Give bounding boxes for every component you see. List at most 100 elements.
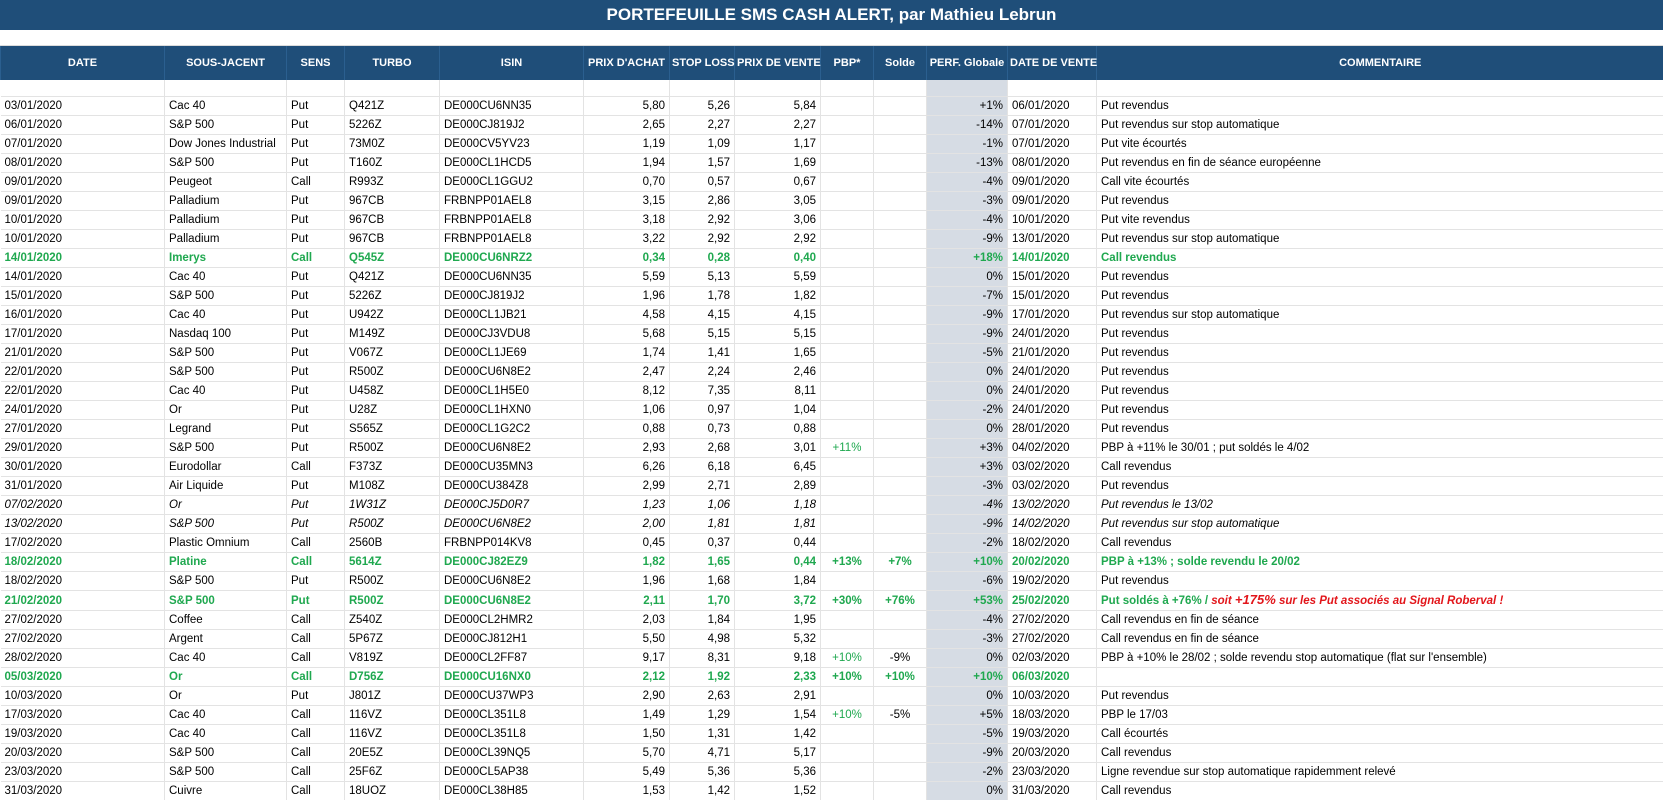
cell-date-vente[interactable]: 06/03/2020 (1007, 667, 1097, 687)
cell-date[interactable]: 27/01/2020 (0, 419, 165, 439)
cell-sens[interactable]: Put (286, 210, 345, 230)
cell-sens[interactable]: Call (286, 648, 345, 668)
col-header-turbo[interactable]: TURBO (344, 46, 440, 80)
cell-turbo[interactable]: Q545Z (344, 248, 440, 268)
cell-turbo[interactable]: M149Z (344, 324, 440, 344)
cell-prix-achat[interactable]: 0,88 (583, 419, 670, 439)
cell-pbp[interactable] (820, 457, 874, 477)
cell-solde[interactable] (873, 229, 927, 249)
cell-turbo[interactable]: R993Z (344, 172, 440, 192)
cell-sous-jacent[interactable]: Cac 40 (164, 724, 287, 744)
cell-date[interactable]: 24/01/2020 (0, 400, 165, 420)
cell-turbo[interactable]: R500Z (344, 362, 440, 382)
cell-prix-achat[interactable]: 0,70 (583, 172, 670, 192)
cell-perf[interactable]: -4% (926, 495, 1008, 515)
cell-prix-achat[interactable]: 1,74 (583, 343, 670, 363)
cell-isin[interactable]: DE000CL351L8 (439, 724, 584, 744)
cell-sous-jacent[interactable]: S&P 500 (164, 115, 287, 135)
cell-date[interactable]: 31/01/2020 (0, 476, 165, 496)
cell-sens[interactable]: Call (286, 610, 345, 630)
cell-prix-achat[interactable]: 3,15 (583, 191, 670, 211)
cell-pbp[interactable]: +10% (820, 667, 874, 687)
cell-sous-jacent[interactable]: S&P 500 (164, 590, 287, 611)
col-header-perf[interactable]: PERF. Globale (926, 46, 1008, 80)
cell-turbo[interactable]: 967CB (344, 210, 440, 230)
cell-prix-vente[interactable]: 5,59 (734, 267, 821, 287)
cell-turbo[interactable]: 5226Z (344, 286, 440, 306)
cell-sens[interactable]: Call (286, 629, 345, 649)
cell-prix-vente[interactable]: 1,69 (734, 153, 821, 173)
cell-commentaire[interactable]: Call revendus (1096, 781, 1663, 800)
cell-sens[interactable]: Call (286, 781, 345, 800)
cell-sens[interactable]: Call (286, 172, 345, 192)
cell-prix-achat[interactable]: 3,22 (583, 229, 670, 249)
cell-sens[interactable]: Put (286, 495, 345, 515)
cell-sens[interactable]: Put (286, 267, 345, 287)
cell-pbp[interactable] (820, 172, 874, 192)
cell-prix-vente[interactable]: 0,44 (734, 533, 821, 553)
cell-prix-achat[interactable]: 5,68 (583, 324, 670, 344)
cell-stop-loss[interactable]: 1,68 (669, 571, 735, 591)
cell-commentaire[interactable]: Put revendus sur stop automatique (1096, 229, 1663, 249)
cell-commentaire[interactable]: Ligne revendue sur stop automatique rapi… (1096, 762, 1663, 782)
cell-prix-vente[interactable]: 0,67 (734, 172, 821, 192)
cell-prix-achat[interactable]: 0,45 (583, 533, 670, 553)
cell-sens[interactable]: Put (286, 476, 345, 496)
cell-sous-jacent[interactable]: S&P 500 (164, 762, 287, 782)
cell-prix-achat[interactable]: 2,65 (583, 115, 670, 135)
cell-sens[interactable]: Put (286, 362, 345, 382)
cell-prix-achat[interactable]: 0,34 (583, 248, 670, 268)
cell-isin[interactable]: FRBNPP014KV8 (439, 533, 584, 553)
cell-perf[interactable]: +3% (926, 438, 1008, 458)
cell-date-vente[interactable]: 07/01/2020 (1007, 134, 1097, 154)
cell-perf[interactable]: -9% (926, 229, 1008, 249)
cell-date[interactable]: 22/01/2020 (0, 362, 165, 382)
cell-sous-jacent[interactable]: Cac 40 (164, 648, 287, 668)
cell-prix-achat[interactable]: 2,93 (583, 438, 670, 458)
cell-turbo[interactable]: 5226Z (344, 115, 440, 135)
cell-isin[interactable]: DE000CU384Z8 (439, 476, 584, 496)
cell-pbp[interactable]: +10% (820, 648, 874, 668)
cell-date-vente[interactable]: 13/02/2020 (1007, 495, 1097, 515)
col-header-prix-vente[interactable]: PRIX DE VENTE (734, 46, 821, 80)
cell-stop-loss[interactable]: 2,92 (669, 229, 735, 249)
cell-stop-loss[interactable]: 1,29 (669, 705, 735, 725)
cell-prix-vente[interactable]: 8,11 (734, 381, 821, 401)
cell-stop-loss[interactable]: 4,15 (669, 305, 735, 325)
cell-prix-achat[interactable]: 1,96 (583, 571, 670, 591)
cell-solde[interactable] (873, 533, 927, 553)
cell-stop-loss[interactable]: 1,65 (669, 552, 735, 572)
cell-sens[interactable]: Put (286, 96, 345, 116)
cell-isin[interactable]: DE000CL1JB21 (439, 305, 584, 325)
cell-isin[interactable]: DE000CU6NRZ2 (439, 248, 584, 268)
cell-date[interactable]: 08/01/2020 (0, 153, 165, 173)
cell-stop-loss[interactable]: 0,73 (669, 419, 735, 439)
cell-pbp[interactable] (820, 629, 874, 649)
cell-prix-vente[interactable]: 3,06 (734, 210, 821, 230)
cell-stop-loss[interactable]: 1,70 (669, 590, 735, 611)
cell-prix-achat[interactable]: 5,50 (583, 629, 670, 649)
cell-sous-jacent[interactable]: S&P 500 (164, 743, 287, 763)
cell-stop-loss[interactable]: 0,57 (669, 172, 735, 192)
cell-date-vente[interactable]: 27/02/2020 (1007, 629, 1097, 649)
cell-solde[interactable] (873, 724, 927, 744)
cell-commentaire[interactable]: PBP à +13% ; solde revendu le 20/02 (1096, 552, 1663, 572)
cell-perf[interactable]: -2% (926, 400, 1008, 420)
cell-isin[interactable]: FRBNPP01AEL8 (439, 210, 584, 230)
cell-date-vente[interactable]: 07/01/2020 (1007, 115, 1097, 135)
cell-date[interactable]: 14/01/2020 (0, 267, 165, 287)
cell-sous-jacent[interactable]: Or (164, 686, 287, 706)
cell-sous-jacent[interactable]: Or (164, 400, 287, 420)
cell-sous-jacent[interactable]: Cac 40 (164, 305, 287, 325)
cell-stop-loss[interactable]: 5,36 (669, 762, 735, 782)
cell-sens[interactable]: Put (286, 134, 345, 154)
cell-date[interactable]: 27/02/2020 (0, 629, 165, 649)
cell-sens[interactable]: Put (286, 305, 345, 325)
cell-prix-vente[interactable]: 2,27 (734, 115, 821, 135)
cell-isin[interactable]: DE000CJ819J2 (439, 115, 584, 135)
cell-commentaire[interactable]: Put revendus (1096, 191, 1663, 211)
cell-turbo[interactable]: 116VZ (344, 705, 440, 725)
cell-sous-jacent[interactable]: Nasdaq 100 (164, 324, 287, 344)
cell-turbo[interactable]: V819Z (344, 648, 440, 668)
cell-sens[interactable]: Put (286, 153, 345, 173)
